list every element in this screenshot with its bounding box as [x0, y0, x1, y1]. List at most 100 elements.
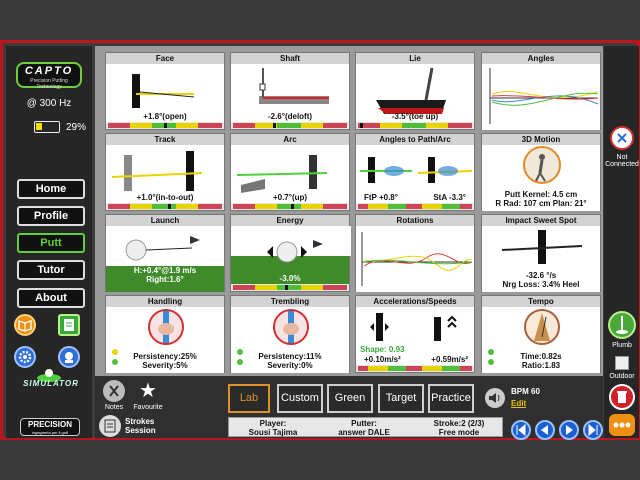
panel-3d-motion[interactable]: 3D Motion Putt Kernel: 4.5 cm R Rad: 107… — [481, 133, 601, 211]
player-info: Player: Sousi Tajima — [243, 419, 303, 437]
panel-title: 3D Motion — [482, 134, 600, 145]
panel-title: Track — [106, 134, 224, 145]
bluetooth-disconnected-icon[interactable] — [610, 126, 634, 150]
panel-rotations[interactable]: Rotations — [355, 214, 475, 292]
brand-tagline: Precision Putting Technology — [30, 78, 68, 90]
panel-angles-to-path[interactable]: Angles to Path/Arc FtP +0.8° StA -3.3° — [355, 133, 475, 211]
settings-gear-icon[interactable] — [14, 346, 36, 368]
panel-title: Angles — [482, 53, 600, 64]
launch-graphic: H:+0.4°@1.9 m/s Right:1.6° — [106, 226, 224, 292]
panel-lie[interactable]: Lie -3.5°(toe up) — [355, 52, 475, 130]
notes-edit-icon[interactable] — [58, 314, 80, 336]
panel-launch[interactable]: Launch H:+0.4°@1.9 m/s Right:1.6° — [105, 214, 225, 292]
putter-info: Putter: answer DALE — [329, 419, 399, 437]
trembling-severity: Severity:0% — [267, 361, 313, 370]
bpm-edit-link[interactable]: Edit — [511, 399, 526, 408]
panel-arc[interactable]: Arc +0.7°(up) — [230, 133, 350, 211]
panel-title: Energy — [231, 215, 349, 226]
battery-level — [36, 123, 43, 130]
mode-custom-button[interactable]: Custom — [277, 384, 323, 413]
bottom-bar: Notes ★ Favourite Lab Custom Green Targe… — [95, 376, 603, 440]
precision-subtitle: ingegneria per il golf — [31, 430, 69, 435]
metrics-grid: Face +1.8°(open) Shaft -2.6°(deloft) Lie… — [95, 46, 603, 376]
sweet-rot: -32.6 °/s — [525, 271, 557, 280]
capto-logo: CAPTO Precision Putting Technology — [16, 62, 82, 90]
skip-last-icon[interactable] — [583, 420, 603, 440]
severity-status-dot — [112, 359, 118, 365]
previous-icon[interactable] — [535, 420, 555, 440]
mode-green-button[interactable]: Green — [327, 384, 373, 413]
energy-value: -3.0% — [279, 274, 301, 283]
player-name: Sousi Tajima — [248, 428, 298, 437]
precision-logo: PRECISION ingegneria per il golf — [20, 418, 80, 436]
stroke-count: Stroke:2 (2/3) — [433, 419, 485, 428]
motion-body: Putt Kernel: 4.5 cm R Rad: 107 cm Plan: … — [482, 145, 600, 211]
mode-practice-button[interactable]: Practice — [428, 384, 474, 413]
mode-lab-button[interactable]: Lab — [228, 384, 270, 413]
launch-readout: H:+0.4°@1.9 m/s Right:1.6° — [106, 266, 224, 292]
panel-face[interactable]: Face +1.8°(open) — [105, 52, 225, 130]
hands-grip-icon — [148, 309, 184, 345]
book-icon[interactable] — [14, 314, 36, 336]
nav-profile-button[interactable]: Profile — [17, 206, 85, 226]
shaft-graphic: -2.6°(deloft) — [231, 64, 349, 122]
skip-first-icon[interactable] — [511, 420, 531, 440]
face-tolerance-bar — [108, 123, 222, 128]
player-label: Player: — [259, 419, 287, 428]
panel-track[interactable]: Track +1.0°(in-to-out) — [105, 133, 225, 211]
metronome-icon — [524, 309, 560, 345]
panel-impact-sweet-spot[interactable]: Impact Sweet Spot -32.6 °/s Nrg Loss: 3.… — [481, 214, 601, 292]
severity-status-dot — [237, 359, 243, 365]
notes-icon[interactable] — [103, 380, 125, 402]
face-value: +1.8°(open) — [143, 112, 187, 121]
accel-shape: Shape: 0.93 — [360, 345, 405, 354]
path-value-sta: StA -3.3° — [433, 193, 466, 202]
energy-tolerance-bar — [233, 285, 347, 290]
favourite-star-icon[interactable]: ★ — [137, 380, 159, 402]
panel-angles[interactable]: Angles — [481, 52, 601, 130]
sample-rate: @ 300 Hz — [26, 98, 72, 109]
accel-value-2: +0.59m/s² — [431, 355, 468, 364]
strokes-session-label[interactable]: Strokes Session — [125, 417, 156, 435]
persistency-status-dot — [237, 349, 243, 355]
nav-putt-button[interactable]: Putt — [17, 233, 85, 253]
time-status-dot — [488, 349, 494, 355]
battery-icon — [34, 121, 60, 133]
trash-icon[interactable] — [609, 384, 635, 410]
track-tolerance-bar — [108, 204, 222, 209]
nav-home-button[interactable]: Home — [17, 179, 85, 199]
outdoor-label: Outdoor — [609, 373, 635, 380]
speaker-icon[interactable] — [485, 388, 505, 408]
tempo-time: Time:0.82s — [520, 352, 562, 361]
trembling-persistency: Persistency:11% — [258, 352, 322, 361]
mode-target-button[interactable]: Target — [378, 384, 424, 413]
strokes-session-icon[interactable] — [99, 415, 121, 437]
panel-energy[interactable]: Energy -3.0% — [230, 214, 351, 292]
panel-trembling[interactable]: Trembling Persistency:11% Severity:0% — [230, 295, 350, 373]
panel-title: Tempo — [482, 296, 600, 307]
panel-tempo[interactable]: Tempo Time:0.82s Ratio:1.83 — [481, 295, 601, 373]
strokes-label: Strokes — [125, 417, 155, 426]
path-graphic: FtP +0.8° StA -3.3° — [356, 145, 474, 203]
panel-title: Lie — [356, 53, 474, 64]
panel-shaft[interactable]: Shaft -2.6°(deloft) — [230, 52, 350, 130]
track-graphic: +1.0°(in-to-out) — [106, 145, 224, 203]
left-sidebar: CAPTO Precision Putting Technology @ 300… — [6, 46, 92, 438]
accel-graphic: Shape: 0.93 +0.10m/s² +0.59m/s² — [356, 307, 474, 365]
tempo-ratio: Ratio:1.83 — [521, 361, 561, 370]
play-icon[interactable] — [559, 420, 579, 440]
panel-accelerations[interactable]: Accelerations/Speeds Shape: 0.93 +0.10m/… — [355, 295, 475, 373]
more-options-icon[interactable] — [609, 414, 635, 436]
handling-persistency: Persistency:25% — [133, 352, 197, 361]
launch-right: Right:1.6° — [146, 275, 184, 284]
panel-title: Face — [106, 53, 224, 64]
nav-about-button[interactable]: About — [17, 288, 85, 308]
panel-title: Arc — [231, 134, 349, 145]
support-headset-icon[interactable] — [58, 346, 80, 368]
panel-handling[interactable]: Handling Persistency:25% Severity:5% — [105, 295, 225, 373]
outdoor-checkbox[interactable] — [615, 356, 629, 370]
bpm-value: BPM 60 — [511, 387, 540, 396]
plumb-icon[interactable] — [608, 311, 636, 339]
track-value: +1.0°(in-to-out) — [136, 193, 194, 202]
nav-tutor-button[interactable]: Tutor — [17, 260, 85, 280]
